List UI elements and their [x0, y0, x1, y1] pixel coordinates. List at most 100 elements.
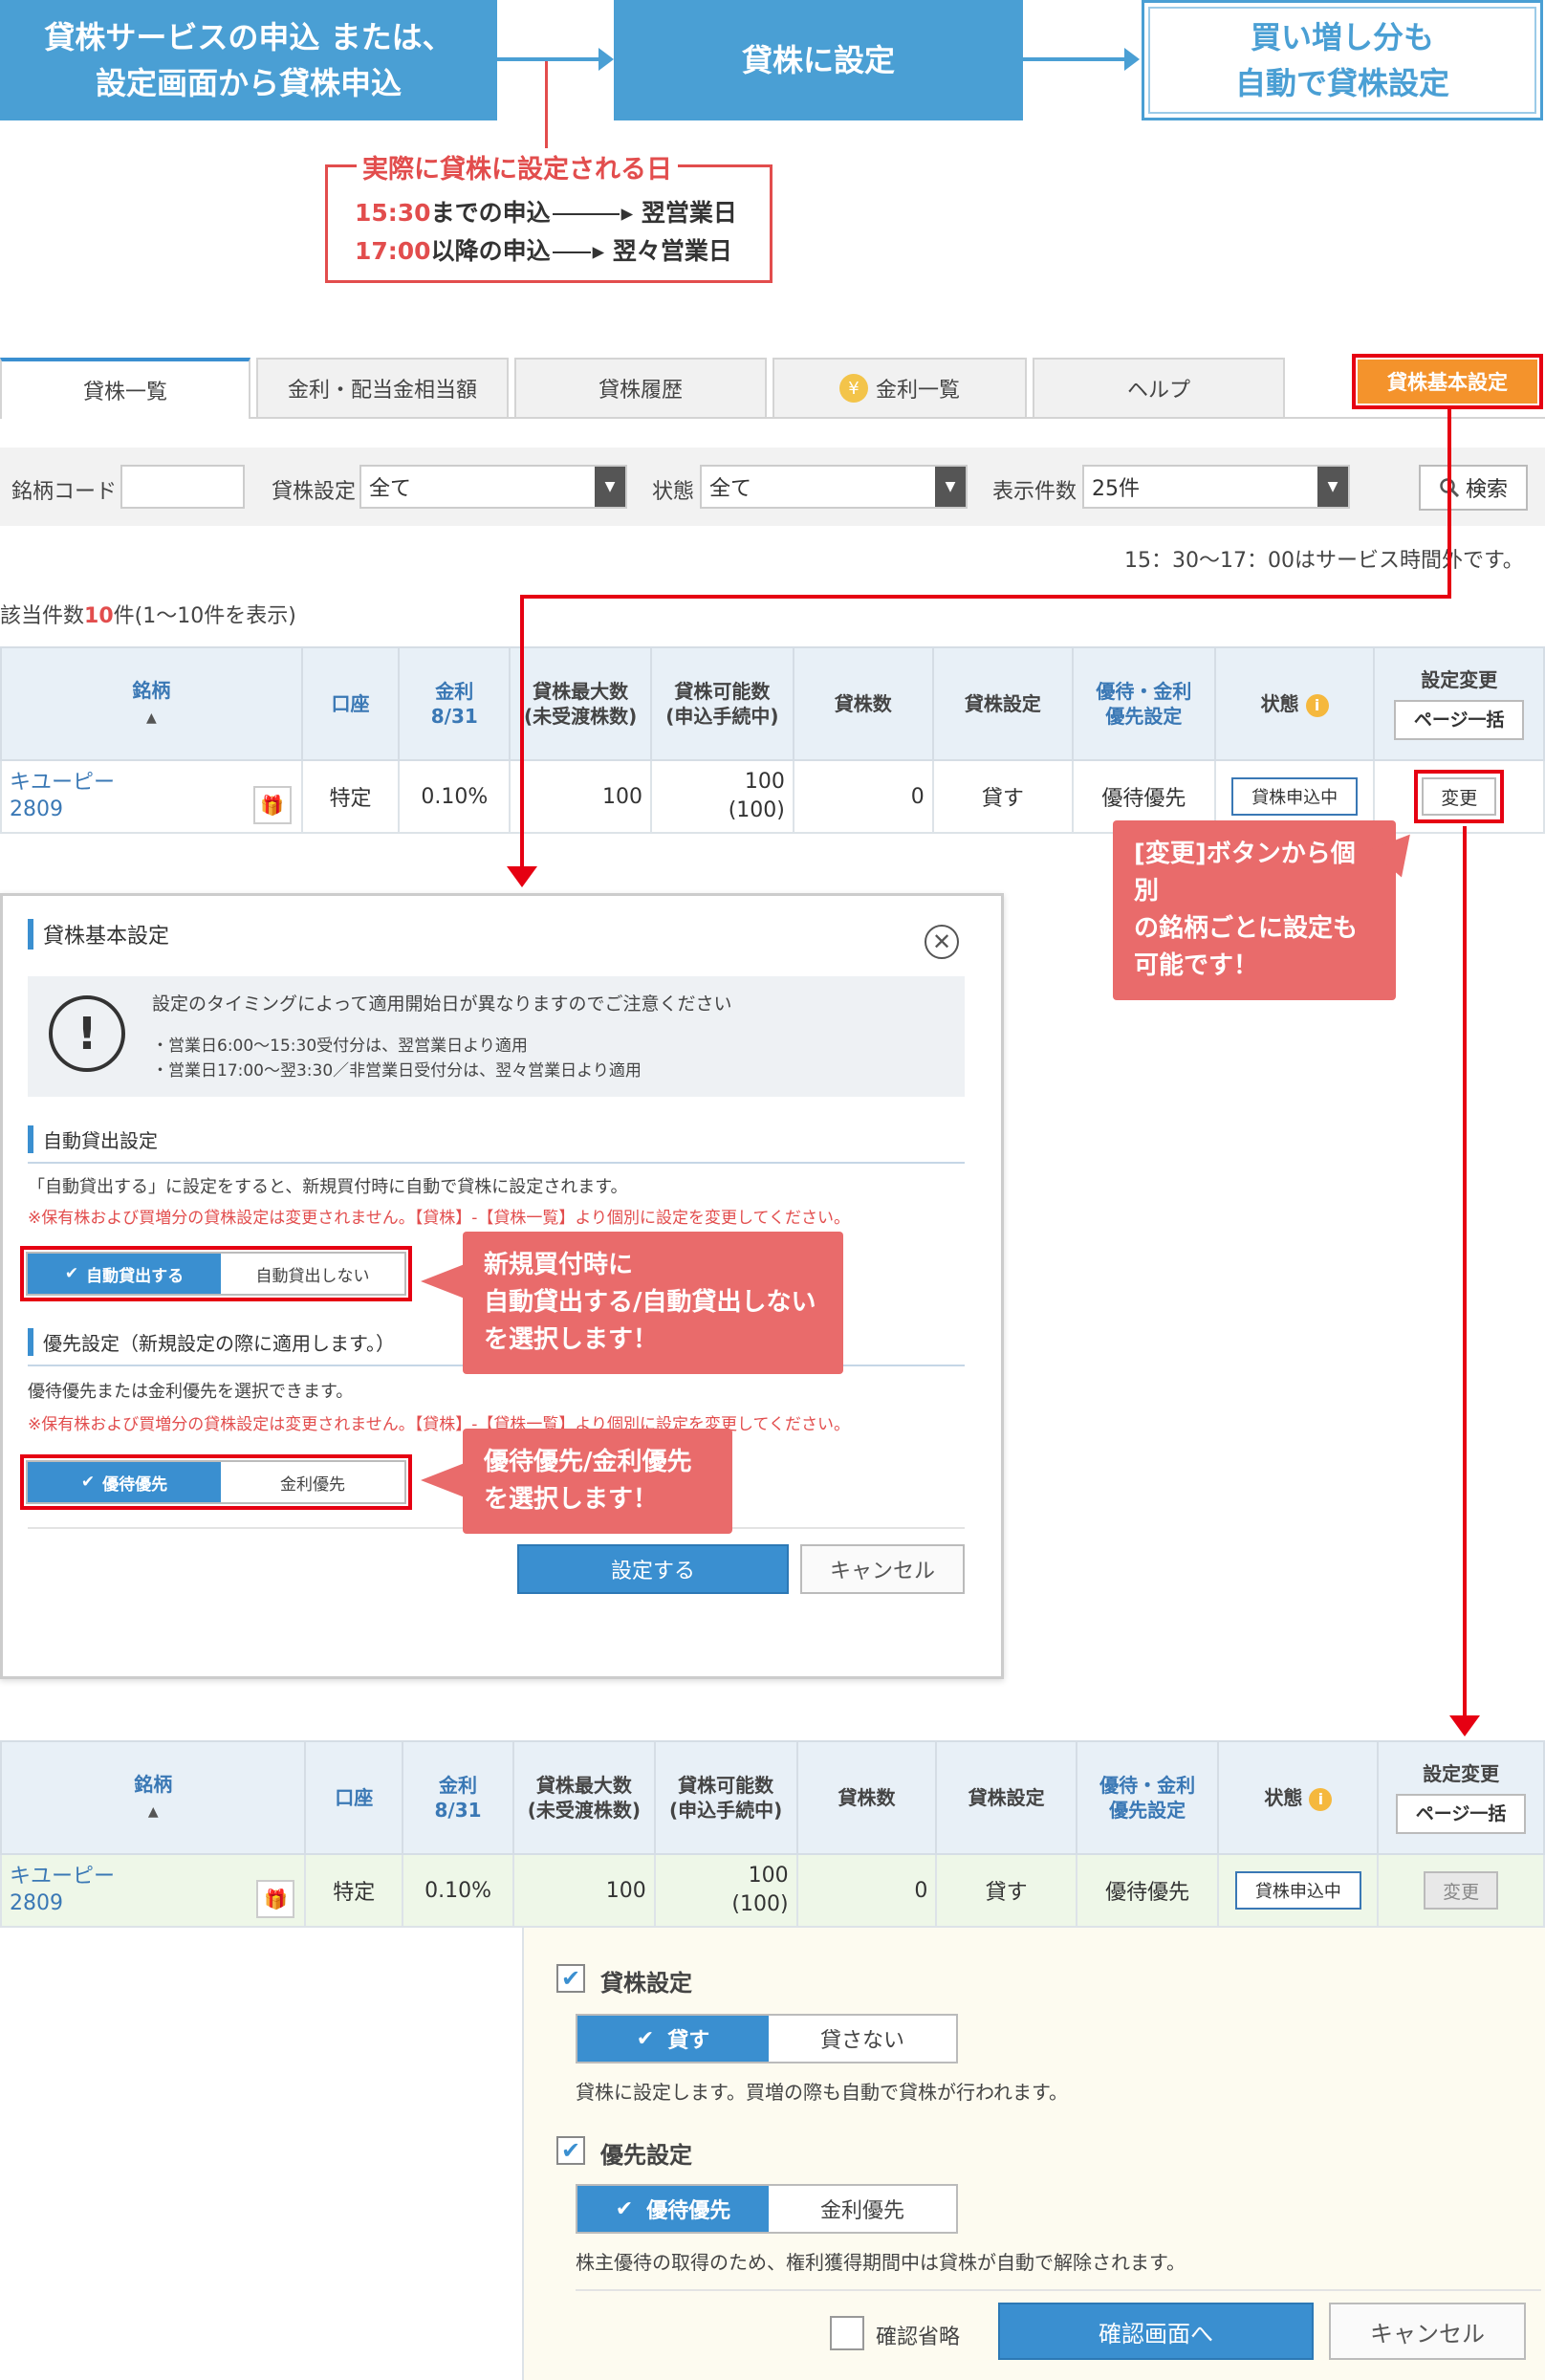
search-button-label: 検索 [1465, 478, 1508, 502]
timing-box: 実際に貸株に設定される日 15:30までの申込 ▸ 翌営業日 17:00以降の申込… [325, 148, 772, 283]
route-arrowhead-1 [507, 866, 537, 887]
stock-name-link[interactable]: キユーピー 2809 [10, 770, 294, 823]
tab-interest-dividend-label: 金利・配当金相当額 [287, 379, 477, 403]
lend-on-label: 貸す [667, 2029, 710, 2053]
stock-name: キユーピー [10, 771, 116, 795]
cell-max: 100 [512, 1853, 656, 1928]
lend-desc: 貸株に設定します。買増の際も自動で貸株が行われます。 [576, 2081, 1068, 2104]
table-row: キユーピー 2809 🎁 特定 0.10% 100 100 (100) 0 貸す 優… [0, 1853, 1545, 1928]
chevron-down-icon[interactable]: ▼ [1317, 467, 1348, 507]
detail-prio-on-option[interactable]: ✔ 優待優先 [577, 2186, 769, 2232]
change-button[interactable]: 変更 [1414, 770, 1505, 823]
search-button[interactable]: 検索 [1419, 465, 1528, 511]
th-account: 口座 [300, 646, 401, 761]
basic-setting-button[interactable]: 貸株基本設定 [1358, 360, 1537, 404]
status-select[interactable]: 全て [700, 465, 968, 509]
detail-cancel-button[interactable]: キャンセル [1329, 2303, 1526, 2360]
th-setting: 貸株設定 [931, 646, 1075, 761]
th-name-label: 銘柄 [134, 1772, 173, 1796]
status-button[interactable]: 貸株申込中 [1231, 777, 1359, 816]
th-rate-label: 金利 [435, 680, 474, 703]
result-count-prefix: 該当件数 [0, 604, 85, 628]
flow-step-apply: 貸株サービスの申込 または、 設定画面から貸株申込 [0, 0, 497, 120]
route-line-v2 [520, 595, 524, 870]
setting-select[interactable]: 全て [359, 465, 627, 509]
th-count-label: 貸株数 [834, 692, 892, 715]
th-setting: 貸株設定 [935, 1740, 1077, 1855]
lend-checkbox[interactable]: ✔ [556, 1964, 585, 1993]
modal-title: 貸株基本設定 [28, 919, 169, 950]
timing-result-1: 翌営業日 [641, 199, 737, 227]
lend-off-option[interactable]: 貸さない [769, 2016, 956, 2062]
notice-main: 設定のタイミングによって適用開始日が異なりますのでご注意ください [152, 993, 732, 1015]
info-icon[interactable]: i [1309, 1787, 1333, 1811]
chevron-down-icon[interactable]: ▼ [595, 467, 625, 507]
auto-off-option[interactable]: 自動貸出しない [221, 1254, 404, 1294]
auto-on-option[interactable]: ✔ 自動貸出する [28, 1254, 221, 1294]
th-account: 口座 [304, 1740, 404, 1855]
th-status-label: 状態 [1264, 1785, 1303, 1809]
th-change-label: 設定変更 [1423, 1762, 1500, 1785]
th-change-label: 設定変更 [1421, 668, 1498, 691]
tab-interest-list[interactable]: ¥ 金利一覧 [772, 358, 1027, 417]
flow-step-apply-text: 貸株サービスの申込 または、 設定画面から貸株申込 [44, 19, 453, 101]
skip-confirm-label: 確認省略 [876, 2325, 961, 2349]
tab-lending-history[interactable]: 貸株履歴 [514, 358, 767, 417]
info-icon[interactable]: i [1305, 693, 1329, 717]
service-notice: 15：30〜17：00はサービス時間外です。 [1124, 549, 1524, 573]
bulk-change-button[interactable]: ページ一括 [1394, 700, 1525, 740]
setting-select-value: 全て [369, 477, 412, 501]
tab-lending-list[interactable]: 貸株一覧 [0, 358, 250, 419]
code-input[interactable] [120, 465, 245, 509]
cell-avail: 100 (100) [650, 759, 794, 834]
tab-help[interactable]: ヘルプ [1033, 358, 1285, 417]
prio-checkbox[interactable]: ✔ [556, 2136, 585, 2165]
th-rate: 金利 8/31 [398, 646, 511, 761]
status-select-value: 全て [709, 477, 752, 501]
auto-heading: 自動貸出設定 [28, 1125, 158, 1153]
th-name[interactable]: 銘柄 ▲ [0, 646, 303, 761]
detail-prio-off-option[interactable]: 金利優先 [769, 2186, 956, 2232]
prio-off-option[interactable]: 金利優先 [221, 1462, 404, 1502]
timing-row-2: 17:00以降の申込 ▸ 翌々営業日 [355, 232, 732, 267]
confirm-button[interactable]: 確認画面へ [998, 2303, 1314, 2360]
gift-icon[interactable]: 🎁 [256, 1880, 295, 1918]
gift-icon[interactable]: 🎁 [252, 786, 292, 824]
flow-step-lend: 貸株に設定 [614, 0, 1023, 120]
cell-change: 変更 [1373, 759, 1545, 834]
th-avail: 貸株可能数 (申込手続中) [650, 646, 794, 761]
modal-cancel-button[interactable]: キャンセル [800, 1544, 965, 1594]
skip-confirm-checkbox[interactable] [830, 2316, 864, 2350]
status-button[interactable]: 貸株申込中 [1234, 1871, 1361, 1910]
callout-prio: 優待優先/金利優先 を選択します！ [463, 1429, 732, 1534]
result-count-number: 10 [84, 604, 114, 628]
th-status: 状態 i [1213, 646, 1376, 761]
auto-divider [28, 1162, 965, 1164]
warning-icon: ! [49, 995, 125, 1072]
modal-submit-button[interactable]: 設定する [517, 1544, 789, 1594]
tab-interest-dividend[interactable]: 金利・配当金相当額 [256, 358, 509, 417]
lending-table: 銘柄 ▲ 口座 金利 8/31 貸株最大数 (未受渡株数) 貸株可能数 (申込手続中) … [0, 646, 1545, 834]
detail-prio-desc: 株主優待の取得のため、権利獲得期間中は貸株が自動で解除されます。 [576, 2251, 1186, 2274]
th-count-label: 貸株数 [838, 1786, 896, 1809]
count-select[interactable]: 25件 [1082, 465, 1350, 509]
chevron-down-icon[interactable]: ▼ [935, 467, 966, 507]
stock-name-link[interactable]: キユーピー 2809 [10, 1864, 296, 1917]
detail-panel: ✔ 貸株設定 ✔ 貸す 貸さない 貸株に設定します。買増の際も自動で貸株が行われま… [524, 1928, 1545, 2380]
stock-code: 2809 [10, 1891, 63, 1915]
basic-setting-button-label: 貸株基本設定 [1387, 371, 1508, 394]
flow-arrow-1 [497, 57, 602, 61]
count-select-value: 25件 [1092, 477, 1140, 501]
bulk-change-button[interactable]: ページ一括 [1396, 1794, 1527, 1834]
th-setting-label: 貸株設定 [968, 1786, 1045, 1809]
close-icon[interactable]: ✕ [925, 925, 959, 959]
auto-on-label: 自動貸出する [86, 1266, 185, 1286]
prio-on-option[interactable]: ✔ 優待優先 [28, 1462, 221, 1502]
th-name[interactable]: 銘柄 ▲ [0, 1740, 307, 1855]
th-max-sub: (未受渡株数) [527, 1799, 642, 1822]
auto-desc: 「自動貸出する」に設定をすると、新規買付時に自動で貸株に設定されます。 [28, 1177, 628, 1197]
lend-on-option[interactable]: ✔ 貸す [577, 2016, 769, 2062]
sort-asc-icon: ▲ [145, 710, 157, 726]
th-setting-label: 貸株設定 [964, 692, 1041, 715]
timing-title: 実際に貸株に設定される日 [357, 148, 678, 186]
